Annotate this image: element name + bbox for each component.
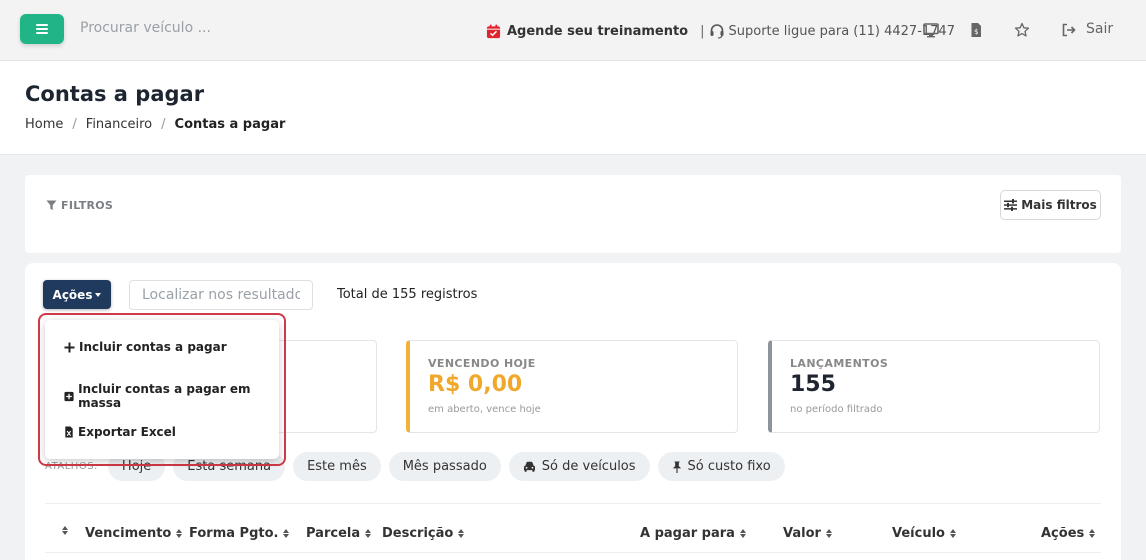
menu-item-add-payable[interactable]: Incluir contas a pagar <box>64 340 227 354</box>
sort-icon <box>1089 529 1096 538</box>
column-header-installment[interactable]: Parcela <box>306 526 372 541</box>
stat-label: LANÇAMENTOS <box>790 357 889 370</box>
chip-label: Só custo fixo <box>687 459 771 474</box>
actions-label: Ações <box>52 287 93 302</box>
sign-out-icon[interactable] <box>1061 22 1077 38</box>
file-excel-icon <box>65 426 73 438</box>
page-title: Contas a pagar <box>25 82 205 106</box>
menu-item-export-excel[interactable]: Exportar Excel <box>64 425 176 439</box>
chip-last-month[interactable]: Mês passado <box>388 452 501 481</box>
headset-icon <box>710 24 724 39</box>
column-label: Vencimento <box>85 526 172 541</box>
column-header-payee[interactable]: A pagar para <box>640 526 746 541</box>
filters-card: FILTROS Mais filtros <box>25 175 1121 253</box>
results-search-input[interactable] <box>129 280 313 310</box>
column-label: Forma Pgto. <box>189 526 279 541</box>
actions-dropdown-menu: Incluir contas a pagar Incluir contas a … <box>45 320 279 459</box>
total-records: Total de 155 registros <box>337 287 478 302</box>
column-label: Valor <box>783 526 821 541</box>
breadcrumb-separator: / <box>161 117 166 132</box>
column-header-description[interactable]: Descrição <box>382 526 465 541</box>
divider <box>45 503 1101 504</box>
breadcrumb-current: Contas a pagar <box>174 117 286 132</box>
training-link[interactable]: Agende seu treinamento <box>507 24 688 39</box>
stat-subtitle: no período filtrado <box>790 404 883 415</box>
column-label: Descrição <box>382 526 454 541</box>
menu-item-label: Incluir contas a pagar em massa <box>78 382 251 410</box>
hamburger-icon <box>36 24 48 34</box>
file-invoice-icon[interactable]: $ <box>968 22 984 38</box>
column-label: A pagar para <box>640 526 735 541</box>
star-icon[interactable] <box>1014 22 1030 38</box>
column-header-due-date[interactable]: Vencimento <box>85 526 183 541</box>
breadcrumb-financeiro[interactable]: Financeiro <box>86 117 152 132</box>
menu-item-add-payable-bulk[interactable]: Incluir contas a pagar em massa <box>64 382 279 410</box>
filters-label: FILTROS <box>61 199 114 212</box>
column-sort-all[interactable] <box>57 526 68 535</box>
caret-down-icon <box>95 292 102 297</box>
separator: | <box>700 23 705 39</box>
sort-icon <box>62 526 68 535</box>
sliders-icon <box>1004 199 1018 211</box>
more-filters-button[interactable]: Mais filtros <box>1000 190 1101 220</box>
stat-label: VENCENDO HOJE <box>428 357 536 370</box>
filters-header[interactable]: FILTROS <box>46 199 113 212</box>
chip-vehicles-only[interactable]: Só de veículos <box>508 452 650 481</box>
plus-square-icon <box>64 391 74 401</box>
chip-label: Só de veículos <box>541 459 636 474</box>
menu-toggle-button[interactable] <box>20 14 64 44</box>
chip-this-month[interactable]: Este mês <box>293 452 381 481</box>
column-label: Ações <box>1041 526 1085 541</box>
breadcrumb: Home / Financeiro / Contas a pagar <box>25 117 285 132</box>
stat-card-due-today: VENCENDO HOJE R$ 0,00 em aberto, vence h… <box>406 340 738 433</box>
chip-label: Mês passado <box>402 459 487 474</box>
column-label: Veículo <box>892 526 945 541</box>
stat-card-entries: LANÇAMENTOS 155 no período filtrado <box>768 340 1100 433</box>
table-header: Vencimento Forma Pgto. Parcela Descrição… <box>45 517 1101 551</box>
top-bar: Procurar veículo ... Agende seu treiname… <box>0 0 1146 61</box>
sort-icon <box>825 529 832 538</box>
stat-value: R$ 0,00 <box>428 372 523 397</box>
chip-label: Este mês <box>307 459 367 474</box>
filter-icon <box>46 200 57 211</box>
exit-link[interactable]: Sair <box>1086 21 1113 37</box>
car-icon <box>523 461 535 472</box>
column-header-actions[interactable]: Ações <box>1041 526 1096 541</box>
top-links: Agende seu treinamento | Suporte ligue p… <box>486 19 955 43</box>
menu-item-label: Incluir contas a pagar <box>79 340 227 354</box>
column-header-payment-method[interactable]: Forma Pgto. <box>189 526 290 541</box>
support-phone[interactable]: Suporte ligue para (11) 4427-1747 <box>729 24 955 39</box>
chip-fixed-cost-only[interactable]: Só custo fixo <box>657 452 785 481</box>
svg-text:$: $ <box>974 28 978 36</box>
sort-icon <box>176 529 183 538</box>
sort-icon <box>739 529 746 538</box>
column-label: Parcela <box>306 526 361 541</box>
stat-value: 155 <box>790 372 836 397</box>
plus-icon <box>64 342 75 352</box>
vehicle-search-input[interactable]: Procurar veículo ... <box>80 20 211 36</box>
sort-icon <box>365 529 372 538</box>
calendar-check-icon <box>486 23 501 38</box>
actions-dropdown-button[interactable]: Ações <box>43 280 111 309</box>
sort-icon <box>949 529 956 538</box>
more-filters-label: Mais filtros <box>1021 198 1097 212</box>
column-header-value[interactable]: Valor <box>783 526 832 541</box>
page-header: Contas a pagar Home / Financeiro / Conta… <box>0 61 1146 155</box>
thumbtack-icon <box>672 460 681 473</box>
column-header-vehicle[interactable]: Veículo <box>892 526 956 541</box>
breadcrumb-home[interactable]: Home <box>25 117 63 132</box>
divider <box>45 552 1101 553</box>
breadcrumb-separator: / <box>72 117 77 132</box>
sort-icon <box>283 529 290 538</box>
sort-icon <box>458 529 465 538</box>
stat-subtitle: em aberto, vence hoje <box>428 404 541 415</box>
menu-item-label: Exportar Excel <box>78 425 176 439</box>
monitor-icon[interactable] <box>923 22 939 38</box>
